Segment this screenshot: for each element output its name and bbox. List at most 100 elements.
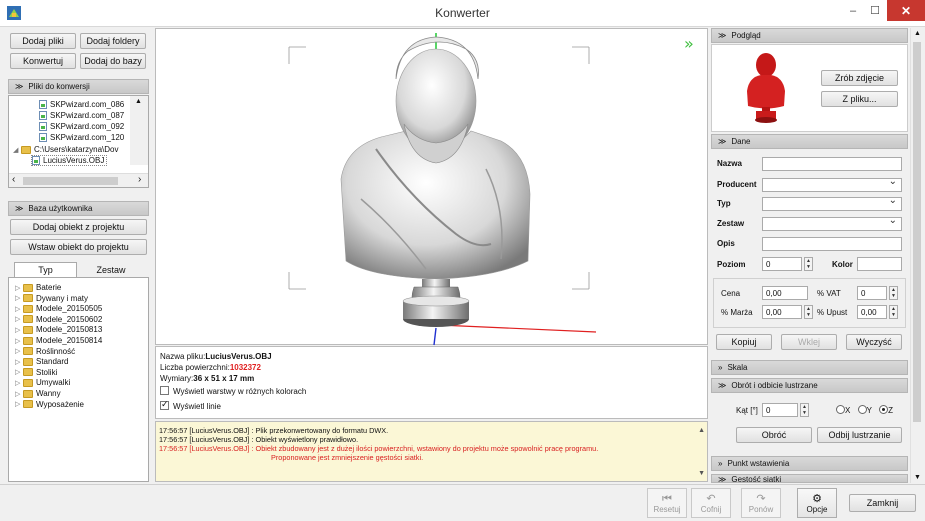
copy-button[interactable]: Kopiuj [716, 334, 772, 350]
reset-button[interactable]: ⏮ Resetuj [647, 488, 687, 518]
angle-spinner[interactable]: ▲ ▼ [800, 403, 809, 417]
files-tree[interactable]: SKPwizard.com_086 SKPwizard.com_087 SKPw… [8, 95, 149, 188]
expand-icon[interactable]: ▷ [15, 368, 23, 376]
options-button[interactable]: ⚙ Opcje [797, 488, 837, 518]
discount-input[interactable]: 0,00 [857, 305, 887, 319]
category-item[interactable]: ▷ Wyposażenie [15, 399, 84, 410]
add-folders-button[interactable]: Dodaj foldery [80, 33, 146, 49]
category-item[interactable]: ▷ Stoliki [15, 367, 57, 378]
angle-input[interactable]: 0 [762, 403, 798, 417]
insert-to-project-button[interactable]: Wstaw obiekt do projektu [10, 239, 147, 255]
price-input[interactable]: 0,00 [762, 286, 808, 300]
undo-button[interactable]: ↶ Cofnij [691, 488, 731, 518]
category-item[interactable]: ▷ Modele_20150814 [15, 335, 102, 346]
tree-hscroll[interactable]: ‹ › [9, 173, 148, 187]
expand-icon[interactable]: ▷ [15, 347, 23, 355]
scroll-right-icon[interactable]: › [138, 174, 141, 185]
minimize-button[interactable]: – [842, 0, 864, 21]
scroll-left-icon[interactable]: ‹ [12, 174, 15, 185]
expand-icon[interactable]: ▷ [15, 358, 23, 366]
right-panel-scrollbar[interactable]: ▲ ▼ [910, 28, 923, 483]
category-tree[interactable]: ▷ Baterie ▷ Dywany i maty ▷ Modele_20150505 ▷ M… [8, 277, 149, 482]
preview-section-header[interactable]: ≫ Podgląd [711, 28, 908, 43]
paste-button[interactable]: Wklej [781, 334, 837, 350]
file-row[interactable]: SKPwizard.com_086 [39, 99, 124, 110]
3d-scene[interactable]: » [156, 29, 709, 346]
file-row[interactable]: SKPwizard.com_092 [39, 121, 124, 132]
category-item[interactable]: ▷ Wanny [15, 388, 61, 399]
expand-icon[interactable]: ▷ [15, 294, 23, 302]
3d-viewport[interactable]: » [155, 28, 709, 346]
level-input[interactable]: 0 [762, 257, 802, 271]
category-item[interactable]: ▷ Roślinność [15, 346, 75, 357]
maximize-button[interactable]: ☐ [864, 0, 886, 21]
file-row[interactable]: SKPwizard.com_087 [39, 110, 124, 121]
expand-icon[interactable]: ▷ [15, 390, 23, 398]
radio-y[interactable] [857, 405, 867, 414]
expand-icon[interactable]: ▷ [15, 379, 23, 387]
category-item[interactable]: ▷ Modele_20150813 [15, 324, 102, 335]
expand-icon[interactable]: ▷ [15, 326, 23, 334]
vat-spinner[interactable]: ▲ ▼ [889, 286, 898, 300]
add-from-project-button[interactable]: Dodaj obiekt z projektu [10, 219, 147, 235]
scroll-up-icon[interactable]: ▲ [914, 30, 921, 37]
expand-icon[interactable]: ▷ [15, 400, 23, 408]
add-files-button[interactable]: Dodaj pliki [10, 33, 76, 49]
type-select[interactable] [762, 195, 902, 211]
category-item[interactable]: ▷ Baterie [15, 282, 61, 293]
radio-x[interactable] [836, 405, 845, 414]
scroll-up-icon[interactable]: ▲ [135, 98, 142, 105]
scroll-thumb[interactable] [913, 42, 921, 422]
convert-button[interactable]: Konwertuj [10, 53, 76, 69]
expand-panel-icon[interactable]: » [684, 34, 694, 53]
category-item[interactable]: ▷ Modele_20150505 [15, 303, 102, 314]
data-section-header[interactable]: ≫ Dane [711, 134, 908, 149]
lines-checkbox-row[interactable]: Wyświetl linie [160, 399, 221, 411]
user-db-section-header[interactable]: ≫ Baza użytkownika [8, 201, 149, 216]
log-scroll-up-icon[interactable]: ▲ [698, 426, 705, 435]
set-select[interactable] [762, 215, 902, 231]
scale-section-header[interactable]: » Skala [711, 360, 908, 375]
level-spinner[interactable]: ▲ ▼ [804, 257, 813, 271]
name-input[interactable] [762, 157, 902, 171]
add-to-db-button[interactable]: Dodaj do bazy [80, 53, 146, 69]
tree-vscroll[interactable]: ▲ [130, 96, 148, 165]
insert-point-section-header[interactable]: » Punkt wstawienia [711, 456, 908, 471]
expand-icon[interactable]: ▷ [15, 337, 23, 345]
category-item[interactable]: ▷ Standard [15, 356, 68, 367]
discount-spinner[interactable]: ▲ ▼ [889, 305, 898, 319]
file-row[interactable]: SKPwizard.com_120 [39, 132, 124, 143]
desc-input[interactable] [762, 237, 902, 251]
files-section-header[interactable]: ≫ Pliki do konwersji [8, 79, 149, 94]
mesh-section-header[interactable]: ≫ Gęstość siatki [711, 474, 908, 483]
close-window-button[interactable]: ✕ [887, 0, 925, 21]
log-scroll-down-icon[interactable]: ▼ [698, 469, 705, 478]
margin-input[interactable]: 0,00 [762, 305, 802, 319]
layers-checkbox[interactable] [160, 386, 169, 395]
category-item[interactable]: ▷ Umywalki [15, 377, 70, 388]
margin-spinner[interactable]: ▲ ▼ [804, 305, 813, 319]
producer-select[interactable] [762, 176, 902, 192]
expand-icon[interactable]: ▷ [15, 284, 23, 292]
mirror-button[interactable]: Odbij lustrzanie [817, 427, 902, 443]
color-input[interactable] [857, 257, 902, 271]
expand-icon[interactable]: ▷ [15, 305, 23, 313]
hscroll-thumb[interactable] [23, 177, 118, 185]
scroll-down-icon[interactable]: ▼ [914, 474, 921, 481]
close-button[interactable]: Zamknij [849, 494, 916, 512]
rotate-button[interactable]: Obróć [736, 427, 812, 443]
tab-set[interactable]: Zestaw [77, 263, 145, 277]
category-item[interactable]: ▷ Modele_20150602 [15, 314, 102, 325]
expand-icon[interactable]: ▷ [15, 315, 23, 323]
clear-button[interactable]: Wyczyść [846, 334, 902, 350]
lines-checkbox[interactable] [160, 399, 169, 410]
folder-row[interactable]: ◢ C:\Users\katarzyna\Dov [13, 144, 118, 155]
category-item[interactable]: ▷ Dywany i maty [15, 293, 88, 304]
redo-button[interactable]: ↷ Ponów [741, 488, 781, 518]
from-file-button[interactable]: Z pliku... [821, 91, 898, 107]
radio-z[interactable] [879, 405, 889, 414]
selected-file-row[interactable]: LuciusVerus.OBJ [31, 155, 108, 166]
rotate-section-header[interactable]: ≫ Obrót i odbicie lustrzane [711, 378, 908, 393]
take-photo-button[interactable]: Zrób zdjęcie [821, 70, 898, 86]
tab-type[interactable]: Typ [14, 262, 77, 277]
